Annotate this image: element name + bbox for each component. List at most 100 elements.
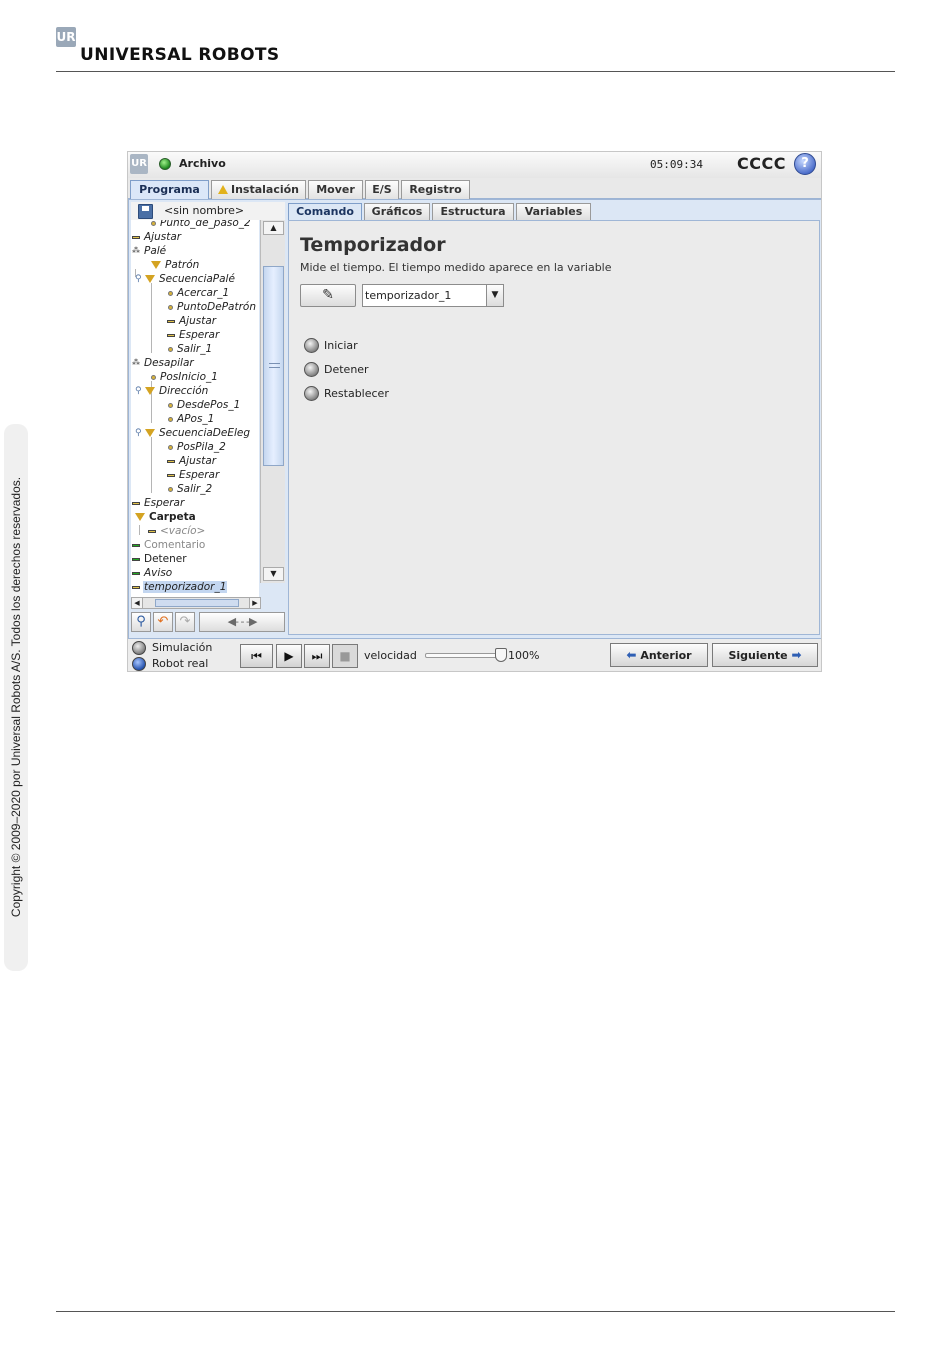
- tree-item[interactable]: Ajustar: [167, 454, 217, 468]
- scroll-right-icon[interactable]: ▶: [249, 598, 260, 608]
- chevron-down-icon[interactable]: ▼: [486, 285, 503, 306]
- search-icon[interactable]: ⚲: [131, 612, 151, 632]
- command-description: Mide el tiempo. El tiempo medido aparece…: [300, 261, 612, 274]
- arrow-left-icon: ⬅: [626, 648, 637, 662]
- tree-item[interactable]: Esperar: [167, 468, 220, 482]
- waypoint-icon: [168, 290, 173, 296]
- tab-programa[interactable]: Programa: [130, 180, 209, 199]
- rewind-button[interactable]: ⏮: [240, 644, 273, 668]
- tree-toolbar: ⚲ ↶ ↷ ◀- - -▶: [129, 611, 287, 633]
- bar-icon: [167, 333, 175, 337]
- tab-es[interactable]: E/S: [365, 180, 399, 199]
- move-node-icon[interactable]: ◀- - -▶: [199, 612, 285, 632]
- scroll-thumb[interactable]: [155, 599, 239, 607]
- main-tab-bar: Programa Instalación Mover E/S Registro: [128, 179, 821, 199]
- mode-simulation-label: Simulación: [152, 641, 213, 654]
- warning-icon: [217, 185, 228, 194]
- skip-back-icon: ⏮: [251, 649, 262, 663]
- tree-item[interactable]: Salir_2: [168, 482, 213, 496]
- tree-item[interactable]: ⚲ SecuenciaPalé: [135, 272, 236, 286]
- bottom-bar: Simulación Robot real ⏮ ▶ ⏭ ■ velocidad …: [128, 639, 821, 671]
- footer-divider: [56, 1311, 895, 1312]
- redo-icon[interactable]: ↷: [175, 612, 195, 632]
- edit-variable-button[interactable]: ✎: [300, 284, 356, 307]
- tree-item[interactable]: ⁂ Desapilar: [132, 356, 195, 370]
- file-menu[interactable]: Archivo: [179, 157, 226, 170]
- bar-icon: [148, 529, 156, 533]
- bar-icon: [167, 459, 175, 463]
- brand-name: UNIVERSAL ROBOTS: [80, 45, 280, 65]
- tree-horizontal-scrollbar[interactable]: ◀ ▶: [131, 597, 261, 609]
- tree-item[interactable]: Aviso: [132, 566, 173, 580]
- ur-logo-icon: UR: [130, 154, 148, 174]
- timer-variable-select[interactable]: temporizador_1 ▼: [362, 284, 504, 307]
- tab-registro[interactable]: Registro: [401, 180, 470, 199]
- tree-item[interactable]: Detener: [132, 552, 188, 566]
- tree-item[interactable]: APos_1: [168, 412, 215, 426]
- tree-item[interactable]: PosInicio_1: [151, 370, 219, 384]
- next-button[interactable]: Siguiente ➡: [712, 643, 818, 667]
- tab-instalacion-label: Instalación: [230, 183, 300, 196]
- tree-item[interactable]: Esperar: [132, 496, 185, 510]
- speed-slider[interactable]: [425, 653, 501, 658]
- play-button[interactable]: ▶: [276, 644, 302, 668]
- tree-item[interactable]: ⚲ SecuenciaDeEleg: [135, 426, 251, 440]
- tree-item[interactable]: ⁂ Palé: [132, 244, 167, 258]
- tab-variables[interactable]: Variables: [516, 203, 591, 220]
- step-button[interactable]: ⏭: [304, 644, 330, 668]
- program-header: <sin nombre>: [131, 202, 285, 220]
- copyright-text: Copyright © 2009–2020 por Universal Robo…: [9, 476, 23, 918]
- tree-item[interactable]: DesdePos_1: [168, 398, 241, 412]
- save-icon[interactable]: [138, 204, 153, 219]
- speed-slider-handle[interactable]: [495, 648, 507, 662]
- tree-item[interactable]: <vacío>: [148, 524, 206, 538]
- tree-item[interactable]: Carpeta: [135, 510, 197, 524]
- ur-logo-icon: UR: [56, 27, 76, 47]
- radio-button[interactable]: [304, 338, 319, 353]
- program-tree[interactable]: Punto_de_paso_2 Ajustar ⁂ Palé Patrón ⚲ Se…: [131, 220, 259, 597]
- tree-item[interactable]: Punto_de_paso_2: [151, 220, 252, 230]
- radio-button[interactable]: [304, 386, 319, 401]
- polyscope-window: UR Archivo 05:09:34 CCCC ? Programa Inst…: [127, 151, 822, 672]
- tree-item[interactable]: Ajustar: [167, 314, 217, 328]
- previous-label: Anterior: [640, 649, 692, 662]
- tab-mover[interactable]: Mover: [308, 180, 363, 199]
- tree-item[interactable]: Patrón: [151, 258, 200, 272]
- tree-item[interactable]: PuntoDePatrón: [168, 300, 257, 314]
- previous-button[interactable]: ⬅ Anterior: [610, 643, 708, 667]
- scroll-up-icon[interactable]: ▲: [263, 221, 284, 235]
- tree-item[interactable]: Salir_1: [168, 342, 213, 356]
- folder-triangle-icon: [151, 261, 161, 269]
- command-title: Temporizador: [300, 234, 446, 256]
- tree-item-selected[interactable]: temporizador_1: [132, 580, 228, 594]
- scroll-left-icon[interactable]: ◀: [132, 598, 143, 608]
- radio-button[interactable]: [304, 362, 319, 377]
- help-icon[interactable]: ?: [794, 153, 816, 175]
- scroll-thumb[interactable]: [263, 266, 284, 466]
- folder-triangle-icon: [135, 513, 145, 521]
- scroll-down-icon[interactable]: ▼: [263, 567, 284, 581]
- tree-item[interactable]: PosPila_2: [168, 440, 227, 454]
- tab-graficos[interactable]: Gráficos: [364, 203, 430, 220]
- tree-item[interactable]: Esperar: [167, 328, 220, 342]
- waypoint-icon: [168, 346, 173, 352]
- real-robot-radio-icon[interactable]: [132, 657, 146, 671]
- simulation-radio-icon[interactable]: [132, 641, 146, 655]
- tree-guide: [139, 525, 140, 535]
- undo-icon[interactable]: ↶: [153, 612, 173, 632]
- bar-icon: [167, 319, 175, 323]
- tree-vertical-scrollbar[interactable]: ▲ ▼: [260, 220, 285, 583]
- tree-item[interactable]: Acercar_1: [168, 286, 230, 300]
- tab-comando[interactable]: Comando: [288, 203, 362, 220]
- tree-item[interactable]: ⚲ Dirección: [135, 384, 209, 398]
- tab-estructura[interactable]: Estructura: [432, 203, 514, 220]
- stop-icon: ■: [339, 649, 351, 663]
- tab-instalacion[interactable]: Instalación: [211, 180, 306, 199]
- tree-item[interactable]: Ajustar: [132, 230, 182, 244]
- program-name: <sin nombre>: [164, 204, 245, 217]
- tree-guide: [151, 437, 152, 493]
- title-bar: UR Archivo 05:09:34 CCCC ?: [128, 152, 821, 178]
- stop-button[interactable]: ■: [332, 644, 358, 668]
- tree-item[interactable]: Comentario: [132, 538, 206, 552]
- selected-variable: temporizador_1: [365, 289, 452, 302]
